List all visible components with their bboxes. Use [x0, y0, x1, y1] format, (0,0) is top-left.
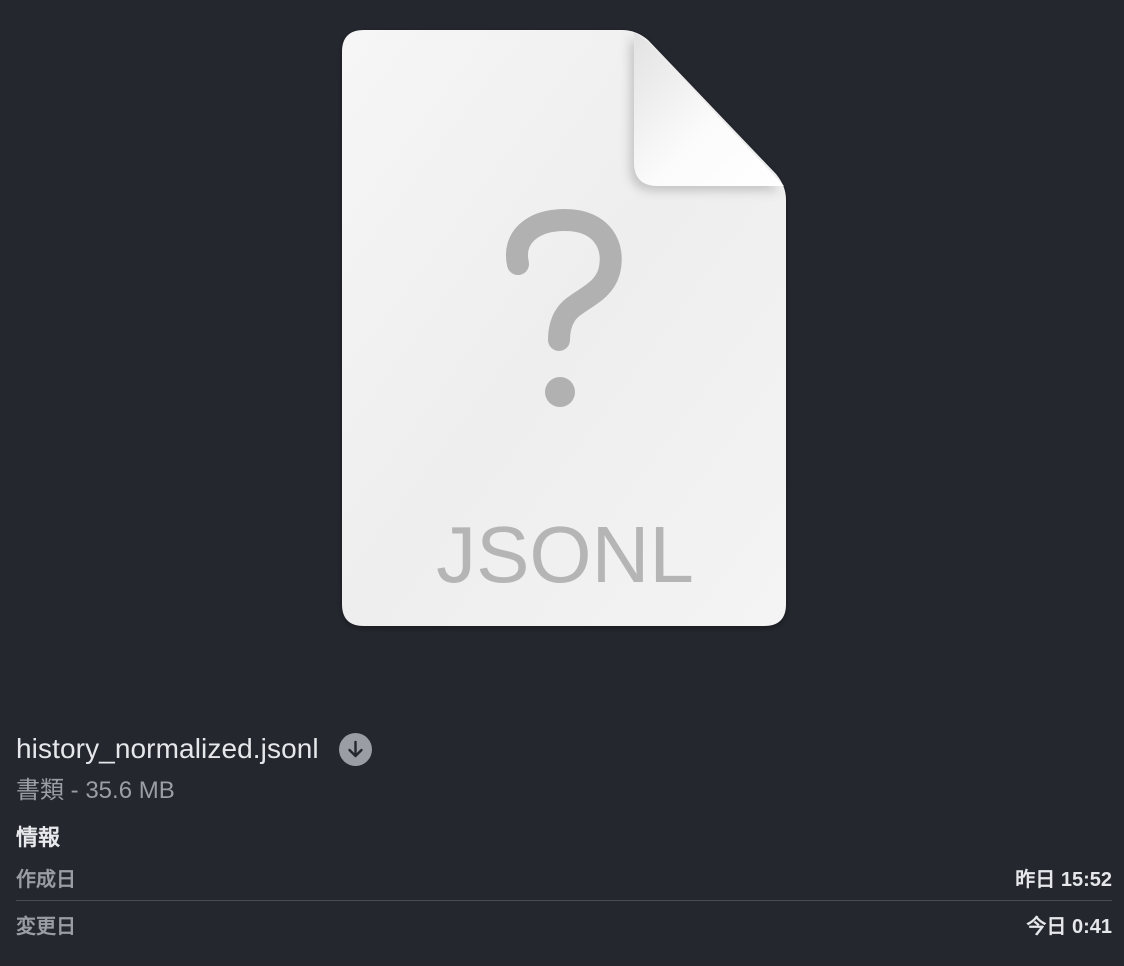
created-row: 作成日 昨日 15:52	[16, 854, 1112, 900]
modified-label: 変更日	[16, 915, 76, 938]
file-name: history_normalized.jsonl	[16, 733, 319, 764]
file-info: history_normalized.jsonl 書類 - 35.6 MB 情報…	[16, 726, 1112, 947]
info-section-title: 情報	[16, 825, 61, 850]
created-value: 昨日 15:52	[1015, 868, 1112, 891]
file-kind-size: 書類 - 35.6 MB	[16, 777, 175, 804]
modified-row: 変更日 今日 0:41	[16, 901, 1112, 947]
file-type-label: JSONL	[436, 510, 694, 599]
document-icon: JSONL	[336, 24, 796, 636]
modified-value: 今日 0:41	[1026, 915, 1112, 938]
created-label: 作成日	[16, 868, 76, 891]
file-preview-panel: JSONL history_normalized.jsonl 書類 - 35.6…	[0, 0, 1124, 966]
download-icon[interactable]	[338, 732, 372, 766]
